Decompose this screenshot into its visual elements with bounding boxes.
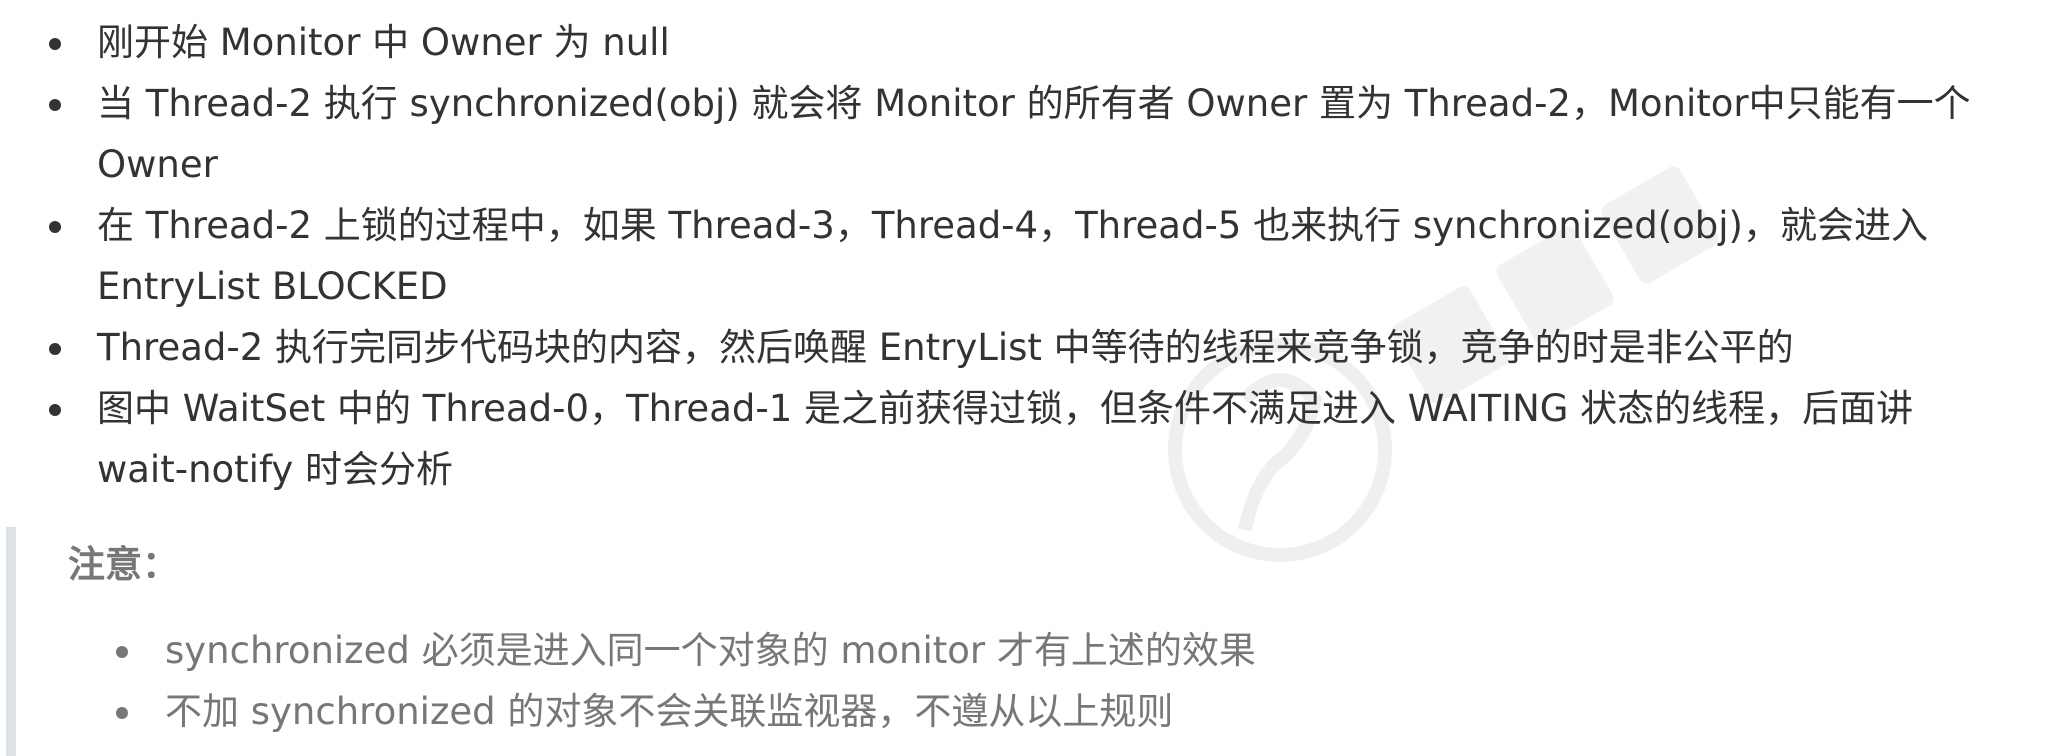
note-blockquote: 注意： synchronized 必须是进入同一个对象的 monitor 才有上… xyxy=(6,527,2036,756)
note-title: 注意： xyxy=(68,543,179,586)
list-item: 刚开始 Monitor 中 Owner 为 null xyxy=(0,12,2049,73)
list-item: 图中 WaitSet 中的 Thread-0，Thread-1 是之前获得过锁，… xyxy=(0,378,2049,500)
list-item: Thread-2 执行完同步代码块的内容，然后唤醒 EntryList 中等待的… xyxy=(0,317,2049,378)
content-bullet-list: 刚开始 Monitor 中 Owner 为 null 当 Thread-2 执行… xyxy=(0,12,2049,500)
list-item: 在 Thread-2 上锁的过程中，如果 Thread-3，Thread-4，T… xyxy=(0,195,2049,317)
list-item: 当 Thread-2 执行 synchronized(obj) 就会将 Moni… xyxy=(0,73,2049,195)
note-item: synchronized 必须是进入同一个对象的 monitor 才有上述的效果 xyxy=(16,620,1916,681)
note-list: synchronized 必须是进入同一个对象的 monitor 才有上述的效果… xyxy=(16,620,1916,742)
note-item: 不加 synchronized 的对象不会关联监视器，不遵从以上规则 xyxy=(16,681,1916,742)
